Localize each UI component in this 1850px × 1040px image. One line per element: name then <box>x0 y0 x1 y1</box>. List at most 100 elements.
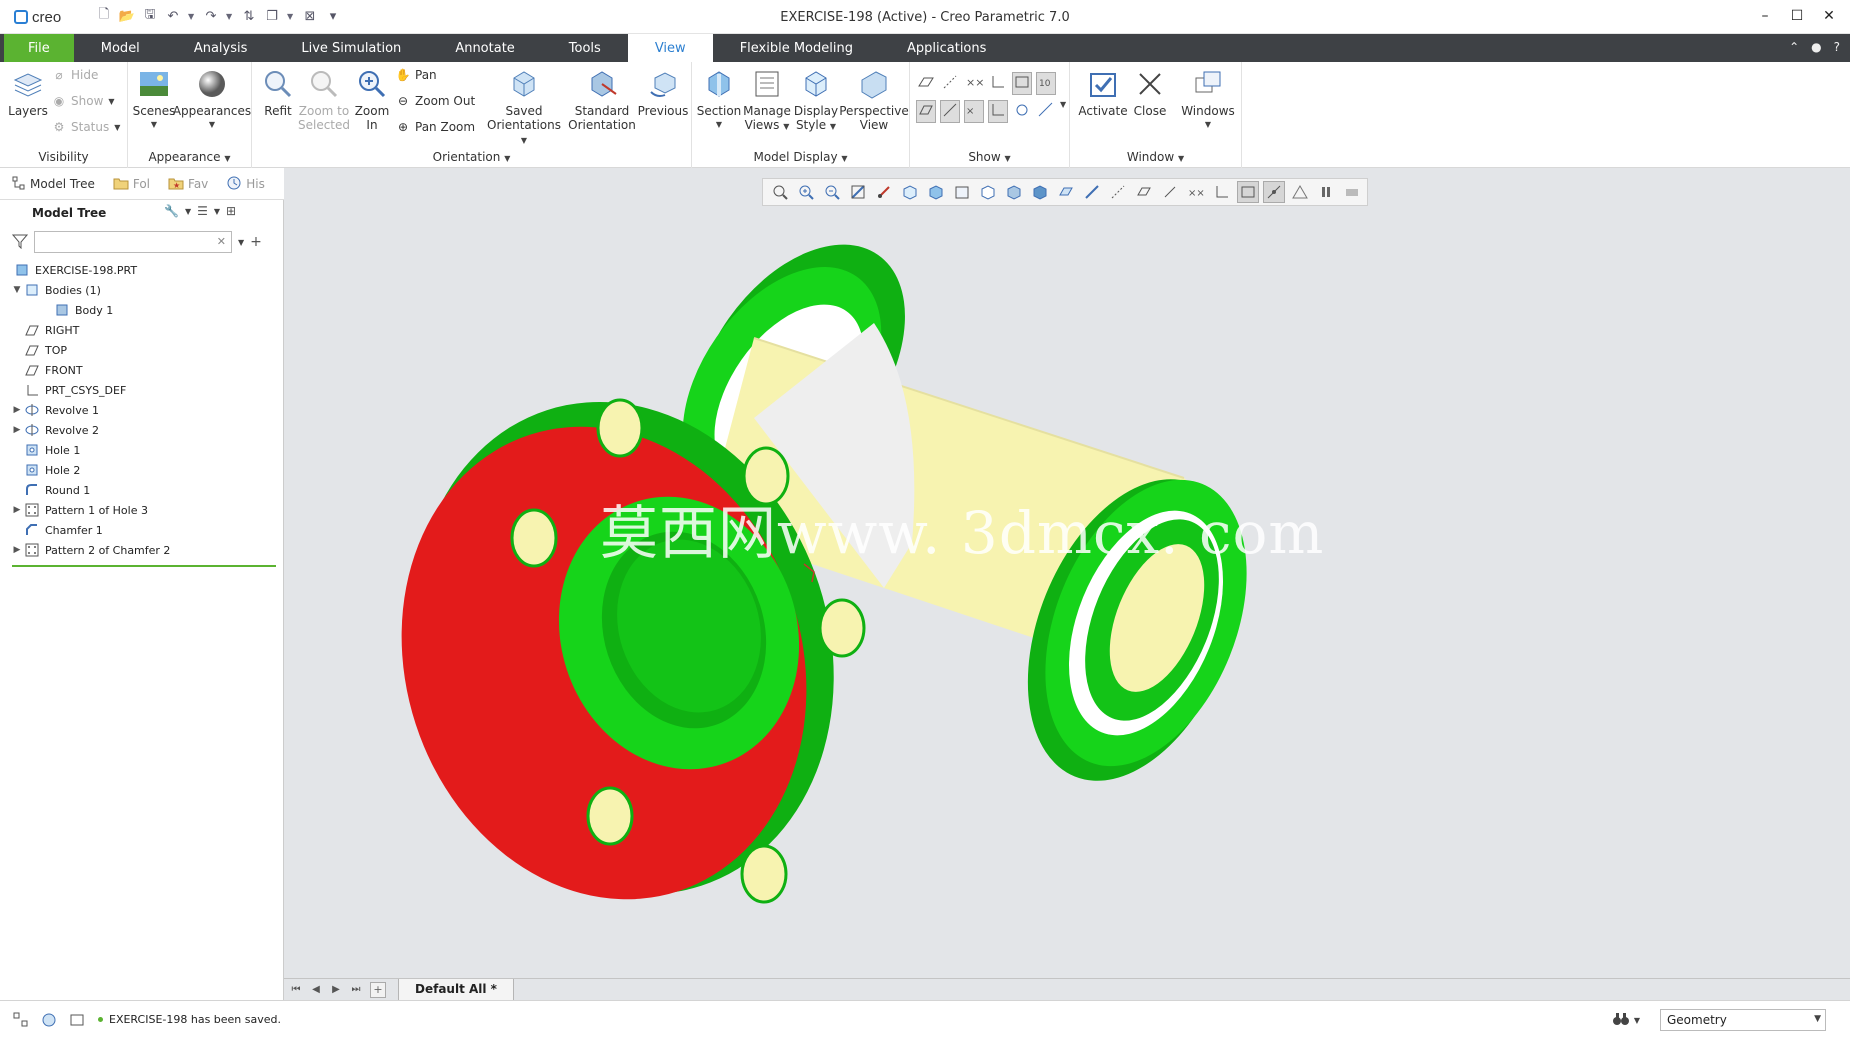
appearance-group-dropdown-icon[interactable]: ▼ <box>224 154 230 163</box>
tab-default-all[interactable]: Default All * <box>398 978 514 1001</box>
show-group-label-wrap[interactable]: Show ▼ <box>910 150 1069 164</box>
previous-orientation-button[interactable]: Previous <box>636 68 690 118</box>
toggle-navigator-icon[interactable] <box>12 1011 30 1029</box>
saved-orientations-dropdown-icon[interactable]: ▼ <box>521 136 527 145</box>
axis-display-toggle-icon[interactable] <box>1107 181 1129 203</box>
point-display-icon[interactable]: ×× <box>964 72 984 95</box>
display-style-dropdown-icon[interactable]: ▼ <box>830 122 836 131</box>
spin-center-icon[interactable] <box>873 181 895 203</box>
undo-dropdown-icon[interactable]: ▼ <box>188 8 196 24</box>
csys-display-toggle-icon[interactable] <box>1159 181 1181 203</box>
tab-file[interactable]: File <box>4 34 74 62</box>
pan-button[interactable]: ✋ Pan <box>396 68 437 82</box>
show-more-dropdown-icon[interactable]: ▼ <box>1060 100 1066 123</box>
spin-center-icon[interactable] <box>1012 100 1032 123</box>
section-dropdown-icon[interactable]: ▼ <box>716 118 722 132</box>
tree-item[interactable]: FRONT <box>10 360 278 380</box>
filter-funnel-icon[interactable] <box>11 233 29 252</box>
tab-live-simulation[interactable]: Live Simulation <box>274 34 428 62</box>
tree-item[interactable]: ▶ Pattern 2 of Chamfer 2 <box>10 540 278 560</box>
expand-toggle-icon[interactable]: ▶ <box>10 405 24 415</box>
show-group-dropdown-icon[interactable]: ▼ <box>1005 154 1011 163</box>
standard-orientation-button[interactable]: Standard Orientation <box>568 68 636 132</box>
section-icon[interactable] <box>1003 181 1025 203</box>
tab-tools[interactable]: Tools <box>542 34 628 62</box>
find-dropdown-icon[interactable]: ▼ <box>1634 1016 1640 1025</box>
activate-button[interactable]: Activate <box>1078 68 1128 118</box>
expand-toggle-icon[interactable]: ▼ <box>10 285 24 295</box>
save-icon[interactable]: 🖫 <box>142 7 158 24</box>
model-display-group-dropdown-icon[interactable]: ▼ <box>841 154 847 163</box>
layers-button[interactable]: Layers <box>8 68 48 118</box>
close-button[interactable]: Close <box>1130 68 1170 118</box>
customize-qat-icon[interactable]: ▾ <box>325 8 341 24</box>
windows-button[interactable]: Windows ▼ <box>1178 68 1238 132</box>
tree-item[interactable]: ▶ Revolve 1 <box>10 400 278 420</box>
shading-icon[interactable] <box>1029 181 1051 203</box>
tab-analysis[interactable]: Analysis <box>167 34 275 62</box>
tree-item[interactable]: ▼ Bodies (1) <box>10 280 278 300</box>
tree-item[interactable]: Body 1 <box>10 300 278 320</box>
zoom-out-icon[interactable] <box>821 181 843 203</box>
pause-icon[interactable] <box>1315 181 1337 203</box>
refit-button[interactable]: Refit <box>258 68 298 118</box>
tab-model[interactable]: Model <box>74 34 167 62</box>
manage-views-dropdown-icon[interactable]: ▼ <box>783 122 789 131</box>
selection-filter-dropdown-icon[interactable]: ▼ <box>1814 1014 1821 1024</box>
new-file-icon[interactable]: 🗋 <box>96 7 112 24</box>
section-button[interactable]: Section ▼ <box>696 68 742 132</box>
user-icon[interactable]: ● <box>1811 40 1821 54</box>
search-dropdown-icon[interactable]: ▼ <box>238 238 244 247</box>
pan-zoom-button[interactable]: ⊕ Pan Zoom <box>396 120 475 134</box>
sketch-icon[interactable] <box>1081 181 1103 203</box>
display-style-button[interactable]: Display Style ▼ <box>792 68 840 134</box>
display-style-icon[interactable] <box>977 181 999 203</box>
tree-item[interactable]: Hole 2 <box>10 460 278 480</box>
redo-icon[interactable]: ↷ <box>203 8 219 24</box>
saved-orientations-icon[interactable] <box>899 181 921 203</box>
zoom-in-button[interactable]: Zoom In <box>350 68 394 132</box>
tree-item[interactable]: Chamfer 1 <box>10 520 278 540</box>
tab-flexible-modeling[interactable]: Flexible Modeling <box>713 34 880 62</box>
tree-item[interactable]: ▶ Revolve 2 <box>10 420 278 440</box>
tab-history[interactable]: His <box>214 168 271 200</box>
fullscreen-icon[interactable] <box>68 1011 86 1029</box>
windows-icon[interactable]: ❐ <box>264 8 280 24</box>
tree-settings-icon[interactable]: 🔧 <box>164 204 179 218</box>
repaint-icon[interactable] <box>847 181 869 203</box>
point-display-toggle-icon[interactable] <box>1133 181 1155 203</box>
tree-item[interactable]: RIGHT <box>10 320 278 340</box>
tab-model-tree[interactable]: Model Tree <box>0 168 101 200</box>
zoom-in-icon[interactable] <box>795 181 817 203</box>
perspective-icon[interactable] <box>951 181 973 203</box>
graphics-window[interactable]: 莫西网www. 3dmcx. com ×× <box>284 168 1850 978</box>
view-manager-icon[interactable] <box>925 181 947 203</box>
scenes-button[interactable]: Scenes ▼ <box>132 68 176 132</box>
windows-dropdown-icon[interactable]: ▼ <box>287 8 295 24</box>
tab-applications[interactable]: Applications <box>880 34 1013 62</box>
zoom-to-selected-button[interactable]: Zoom to Selected <box>296 68 352 132</box>
add-filter-icon[interactable]: + <box>250 234 262 250</box>
browser-icon[interactable] <box>40 1011 58 1029</box>
orientation-group-label-wrap[interactable]: Orientation ▼ <box>252 150 691 164</box>
clear-search-icon[interactable]: ✕ <box>217 235 226 248</box>
last-tab-icon[interactable]: ⏭ <box>350 984 362 995</box>
redo-dropdown-icon[interactable]: ▼ <box>226 8 234 24</box>
scenes-dropdown-icon[interactable]: ▼ <box>151 118 157 132</box>
tab-favorites[interactable]: ★ Fav <box>156 168 214 200</box>
expand-toggle-icon[interactable]: ▶ <box>10 425 24 435</box>
close-window-icon[interactable]: ⊠ <box>302 8 318 24</box>
perspective-view-button[interactable]: Perspective View <box>839 68 909 132</box>
insert-here-indicator[interactable] <box>12 565 276 567</box>
tree-item[interactable]: EXERCISE-198.PRT <box>10 260 278 280</box>
plane-display-toggle-icon[interactable] <box>1055 181 1077 203</box>
tree-item[interactable]: Hole 1 <box>10 440 278 460</box>
next-tab-icon[interactable]: ▶ <box>330 984 342 995</box>
tree-item[interactable]: ▶ Pattern 1 of Hole 3 <box>10 500 278 520</box>
appearances-button[interactable]: Appearances ▼ <box>173 68 251 132</box>
annotation-display-icon[interactable]: 10 <box>1036 72 1056 95</box>
tab-folder-browser[interactable]: Fol <box>101 168 156 200</box>
open-folder-icon[interactable]: 📂 <box>119 8 135 24</box>
axis-tag-icon[interactable] <box>940 100 960 123</box>
add-tab-icon[interactable]: + <box>370 981 386 998</box>
